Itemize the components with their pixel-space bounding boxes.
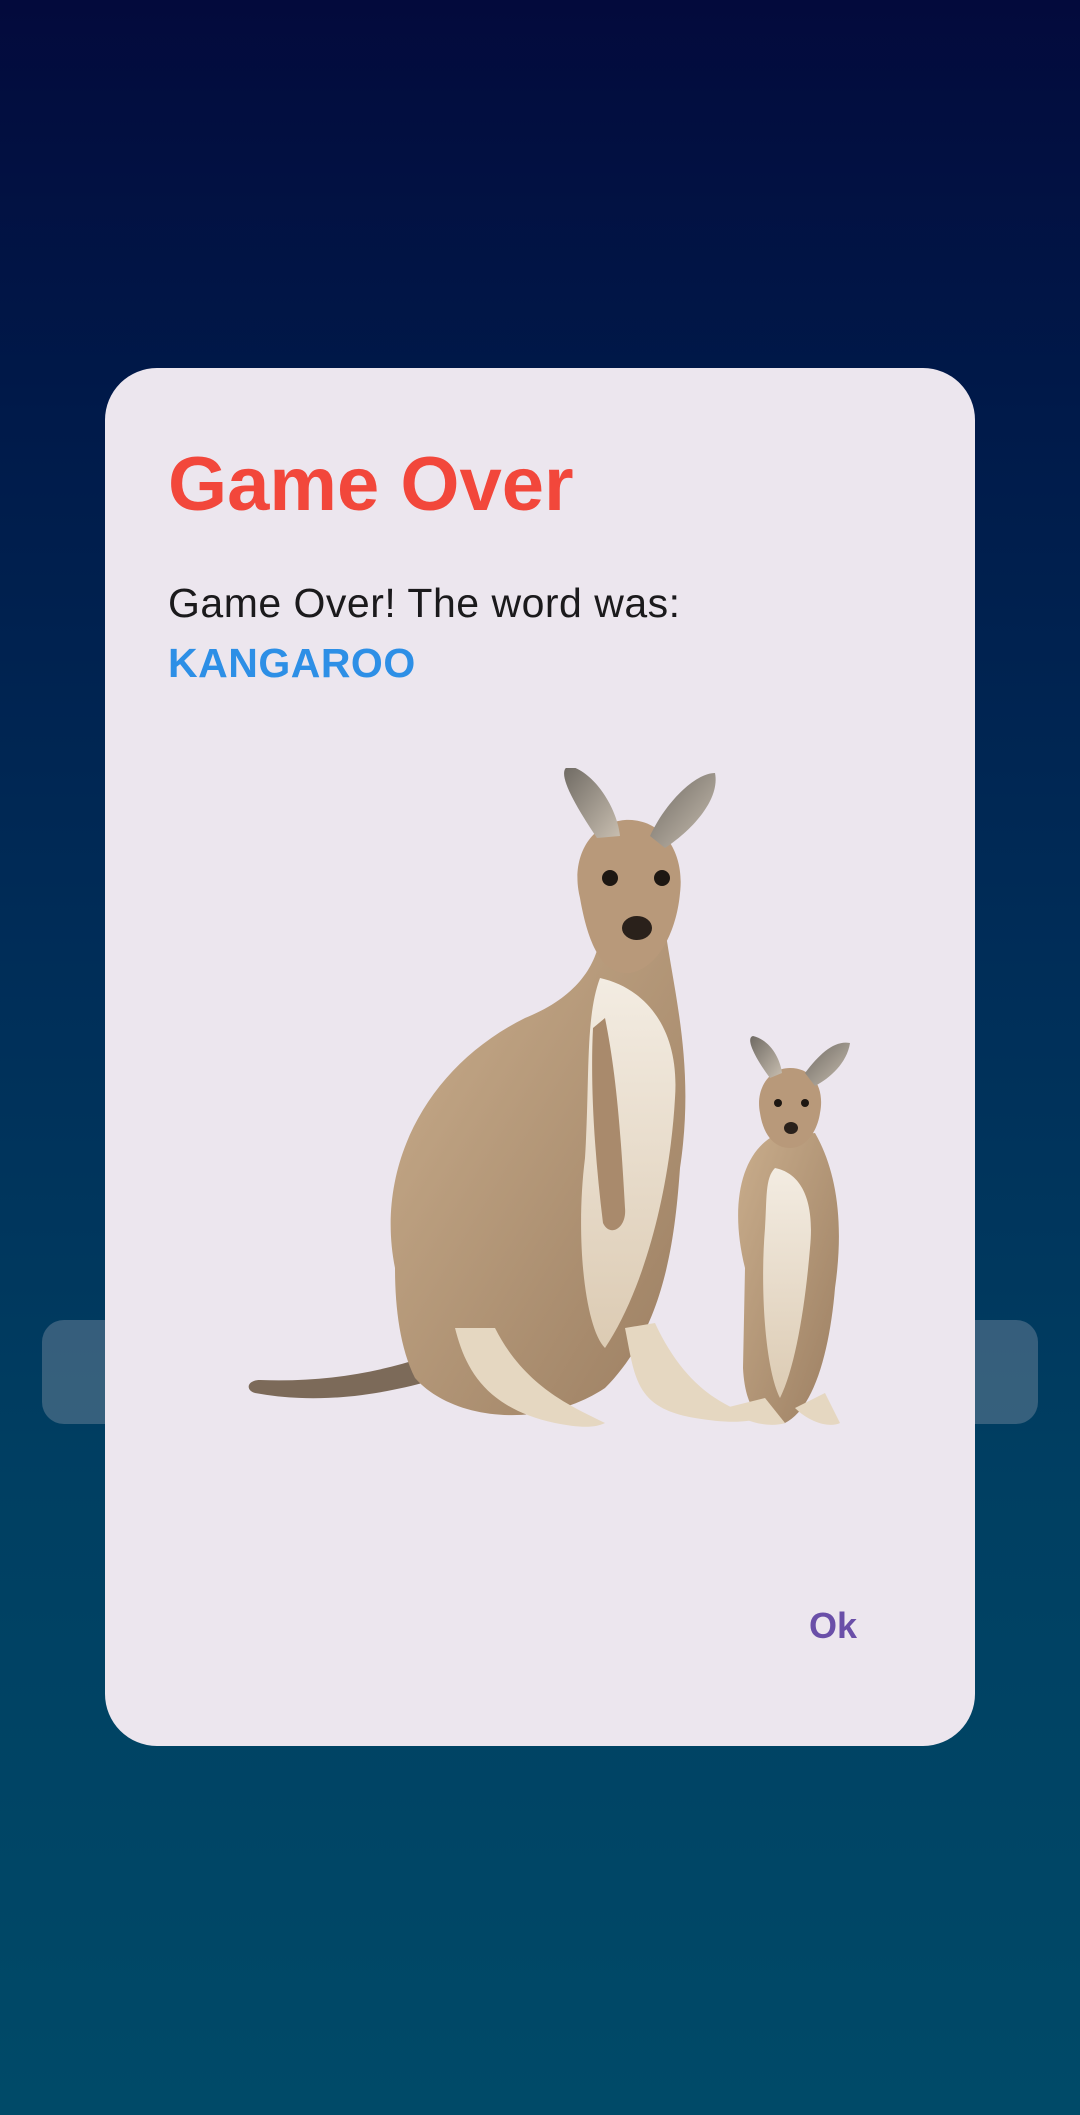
dialog-message: Game Over! The word was:	[168, 580, 681, 626]
game-over-dialog: Game Over Game Over! The word was: KANGA…	[105, 368, 975, 1746]
answer-word: KANGAROO	[168, 640, 416, 686]
kangaroo-image	[225, 768, 945, 1468]
ok-button[interactable]: Ok	[768, 1586, 898, 1666]
dialog-title: Game Over	[168, 442, 574, 527]
